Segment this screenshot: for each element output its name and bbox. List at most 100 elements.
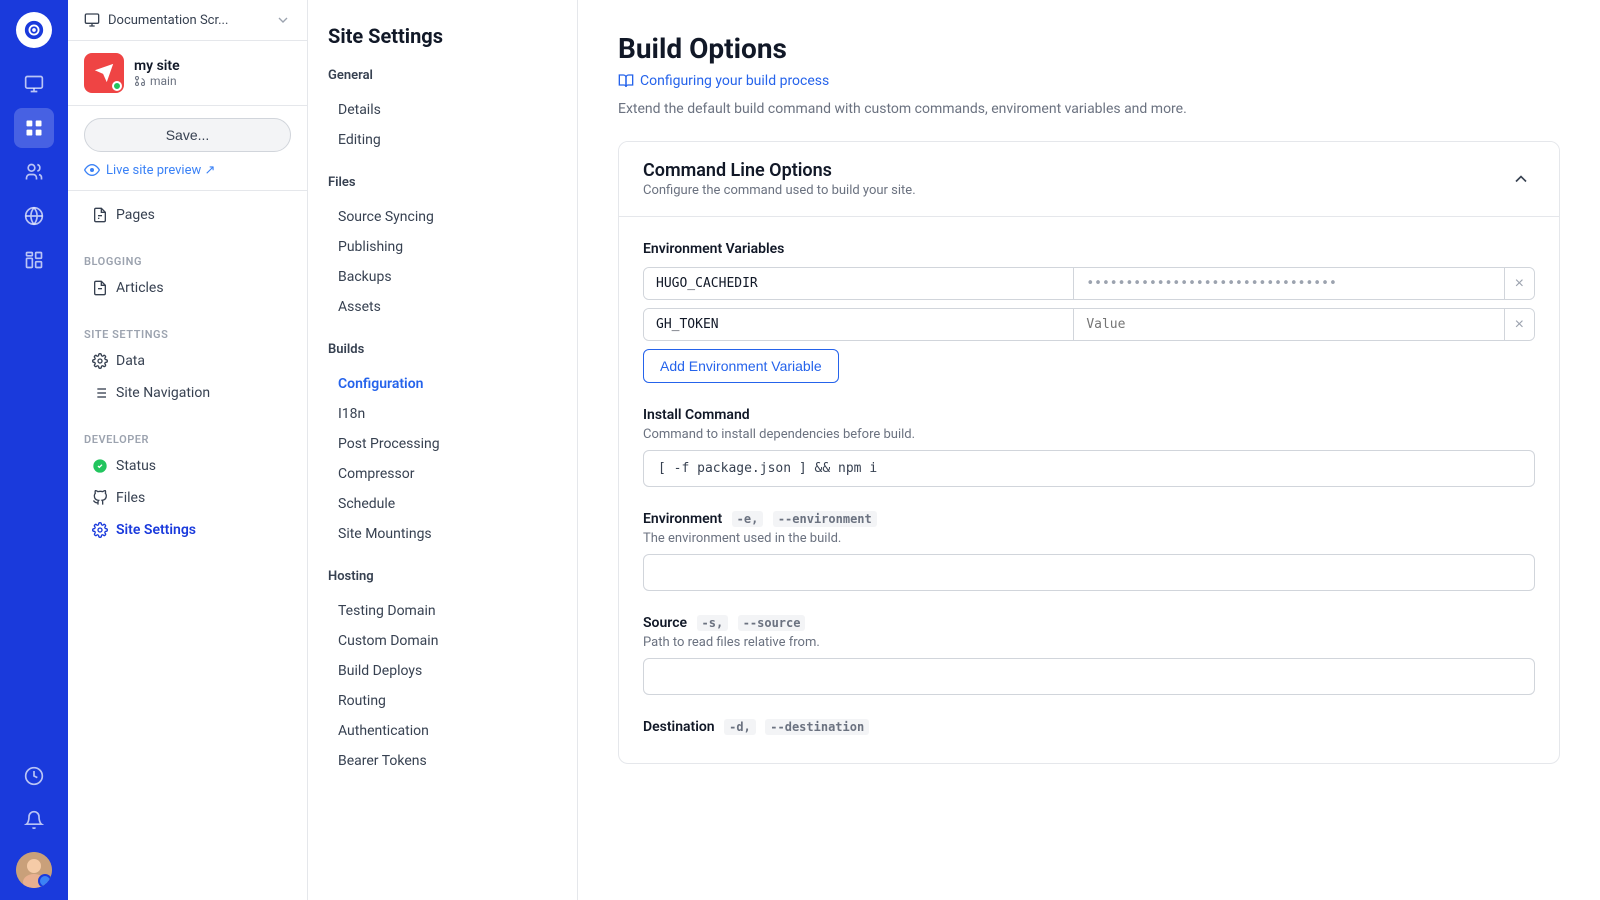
nav-label-site-navigation: Site Navigation: [116, 385, 210, 401]
environment-desc: The environment used in the build.: [643, 531, 1535, 546]
add-env-variable-button[interactable]: Add Environment Variable: [643, 349, 839, 383]
settings-item-site-mountings[interactable]: Site Mountings: [328, 519, 557, 549]
github-icon: [92, 490, 108, 506]
panel-actions: Save... Live site preview ↗: [68, 106, 307, 191]
settings-item-backups[interactable]: Backups: [328, 262, 557, 292]
install-command-input[interactable]: [643, 450, 1535, 487]
settings-item-details[interactable]: Details: [328, 95, 557, 125]
workspace-label: Documentation Scr...: [108, 13, 228, 28]
send-icon: [93, 62, 115, 84]
source-label-row: Source -s, --source: [643, 615, 1535, 631]
settings-item-editing[interactable]: Editing: [328, 125, 557, 155]
env-var-value-2[interactable]: [1074, 309, 1503, 340]
environment-label-row: Environment -e, --environment: [643, 511, 1535, 527]
nav-label-data: Data: [116, 353, 145, 369]
destination-label-row: Destination -d, --destination: [643, 719, 1535, 735]
branch-icon: [134, 75, 146, 87]
nav-item-site-settings-active[interactable]: Site Settings: [76, 514, 299, 546]
settings-item-authentication[interactable]: Authentication: [328, 716, 557, 746]
settings-item-compressor[interactable]: Compressor: [328, 459, 557, 489]
settings-item-custom-domain[interactable]: Custom Domain: [328, 626, 557, 656]
rail-users-icon[interactable]: [14, 152, 54, 192]
nav-label-site-settings: Site Settings: [116, 522, 196, 538]
source-desc: Path to read files relative from.: [643, 635, 1535, 650]
env-vars-label: Environment Variables: [643, 241, 1535, 257]
environment-input[interactable]: [643, 554, 1535, 591]
nav-label-pages: Pages: [116, 207, 155, 223]
settings-item-build-deploys[interactable]: Build Deploys: [328, 656, 557, 686]
monitor-icon: [84, 12, 100, 28]
settings-item-schedule[interactable]: Schedule: [328, 489, 557, 519]
site-branch: main: [134, 74, 180, 88]
rail-history-icon[interactable]: [14, 756, 54, 796]
nav-section-developer: Developer Status Files Site Settings: [68, 417, 307, 554]
settings-group-general: General Details Editing: [328, 68, 557, 155]
env-var-key-1[interactable]: [644, 268, 1073, 299]
settings-item-source-syncing[interactable]: Source Syncing: [328, 202, 557, 232]
nav-section-pages: Pages: [68, 191, 307, 239]
link-text: Configuring your build process: [640, 73, 829, 89]
nav-item-articles[interactable]: Articles: [76, 272, 299, 304]
save-button[interactable]: Save...: [84, 118, 291, 152]
settings-item-publishing[interactable]: Publishing: [328, 232, 557, 262]
workspace-selector[interactable]: Documentation Scr...: [68, 0, 307, 41]
group-label-builds: Builds: [328, 342, 557, 361]
site-settings-gear-icon: [92, 522, 108, 538]
settings-item-post-processing[interactable]: Post Processing: [328, 429, 557, 459]
rail-grid-icon[interactable]: [14, 108, 54, 148]
nav-item-site-navigation[interactable]: Site Navigation: [76, 377, 299, 409]
destination-meta1: -d,: [724, 719, 756, 735]
pages-icon: [92, 207, 108, 223]
configuring-link[interactable]: Configuring your build process: [618, 73, 1560, 89]
app-logo[interactable]: [16, 12, 52, 48]
nav-item-pages[interactable]: Pages: [76, 199, 299, 231]
rail-bell-icon[interactable]: [14, 800, 54, 840]
settings-item-testing-domain[interactable]: Testing Domain: [328, 596, 557, 626]
nav-item-files[interactable]: Files: [76, 482, 299, 514]
nav-item-status[interactable]: Status: [76, 450, 299, 482]
card-header: Command Line Options Configure the comma…: [619, 142, 1559, 217]
settings-group-files: Files Source Syncing Publishing Backups …: [328, 175, 557, 322]
card-body: Environment Variables × × Add Environmen…: [619, 217, 1559, 763]
environment-meta2: --environment: [773, 511, 877, 527]
data-gear-icon: [92, 353, 108, 369]
live-preview-label: Live site preview ↗: [106, 163, 215, 178]
left-panel: Documentation Scr... my site main Save..…: [68, 0, 308, 900]
settings-panel-title: Site Settings: [328, 24, 557, 48]
rail-dashboard-icon[interactable]: [14, 240, 54, 280]
site-settings-section-label: Site Settings: [68, 320, 307, 345]
env-var-key-2[interactable]: [644, 309, 1073, 340]
source-input[interactable]: [643, 658, 1535, 695]
branch-label: main: [150, 74, 177, 88]
collapse-button[interactable]: [1507, 165, 1535, 193]
rail-globe-icon[interactable]: [14, 196, 54, 236]
nav-item-data[interactable]: Data: [76, 345, 299, 377]
settings-item-routing[interactable]: Routing: [328, 686, 557, 716]
user-avatar[interactable]: [16, 852, 52, 888]
group-label-files: Files: [328, 175, 557, 194]
settings-item-configuration[interactable]: Configuration: [328, 369, 557, 399]
rail-monitor-icon[interactable]: [14, 64, 54, 104]
settings-group-builds: Builds Configuration I18n Post Processin…: [328, 342, 557, 549]
site-name: my site: [134, 58, 180, 74]
env-var-delete-1[interactable]: ×: [1504, 268, 1534, 299]
install-command-label: Install Command: [643, 407, 1535, 423]
nav-section-site-settings: Site Settings Data Site Navigation: [68, 312, 307, 417]
nav-section-blogging: Blogging Articles: [68, 239, 307, 312]
settings-item-i18n[interactable]: I18n: [328, 399, 557, 429]
live-preview-link[interactable]: Live site preview ↗: [84, 162, 291, 178]
settings-item-bearer-tokens[interactable]: Bearer Tokens: [328, 746, 557, 776]
install-command-desc: Command to install dependencies before b…: [643, 427, 1535, 442]
env-var-value-1[interactable]: [1074, 268, 1503, 299]
settings-item-assets[interactable]: Assets: [328, 292, 557, 322]
page-subtitle: Extend the default build command with cu…: [618, 101, 1560, 117]
group-label-hosting: Hosting: [328, 569, 557, 588]
env-vars-section: Environment Variables × × Add Environmen…: [643, 241, 1535, 383]
card-title: Command Line Options: [643, 160, 916, 181]
env-var-delete-2[interactable]: ×: [1504, 309, 1534, 340]
site-info: my site main: [68, 41, 307, 106]
install-command-section: Install Command Command to install depen…: [643, 407, 1535, 487]
articles-icon: [92, 280, 108, 296]
eye-icon: [84, 162, 100, 178]
list-icon: [92, 385, 108, 401]
